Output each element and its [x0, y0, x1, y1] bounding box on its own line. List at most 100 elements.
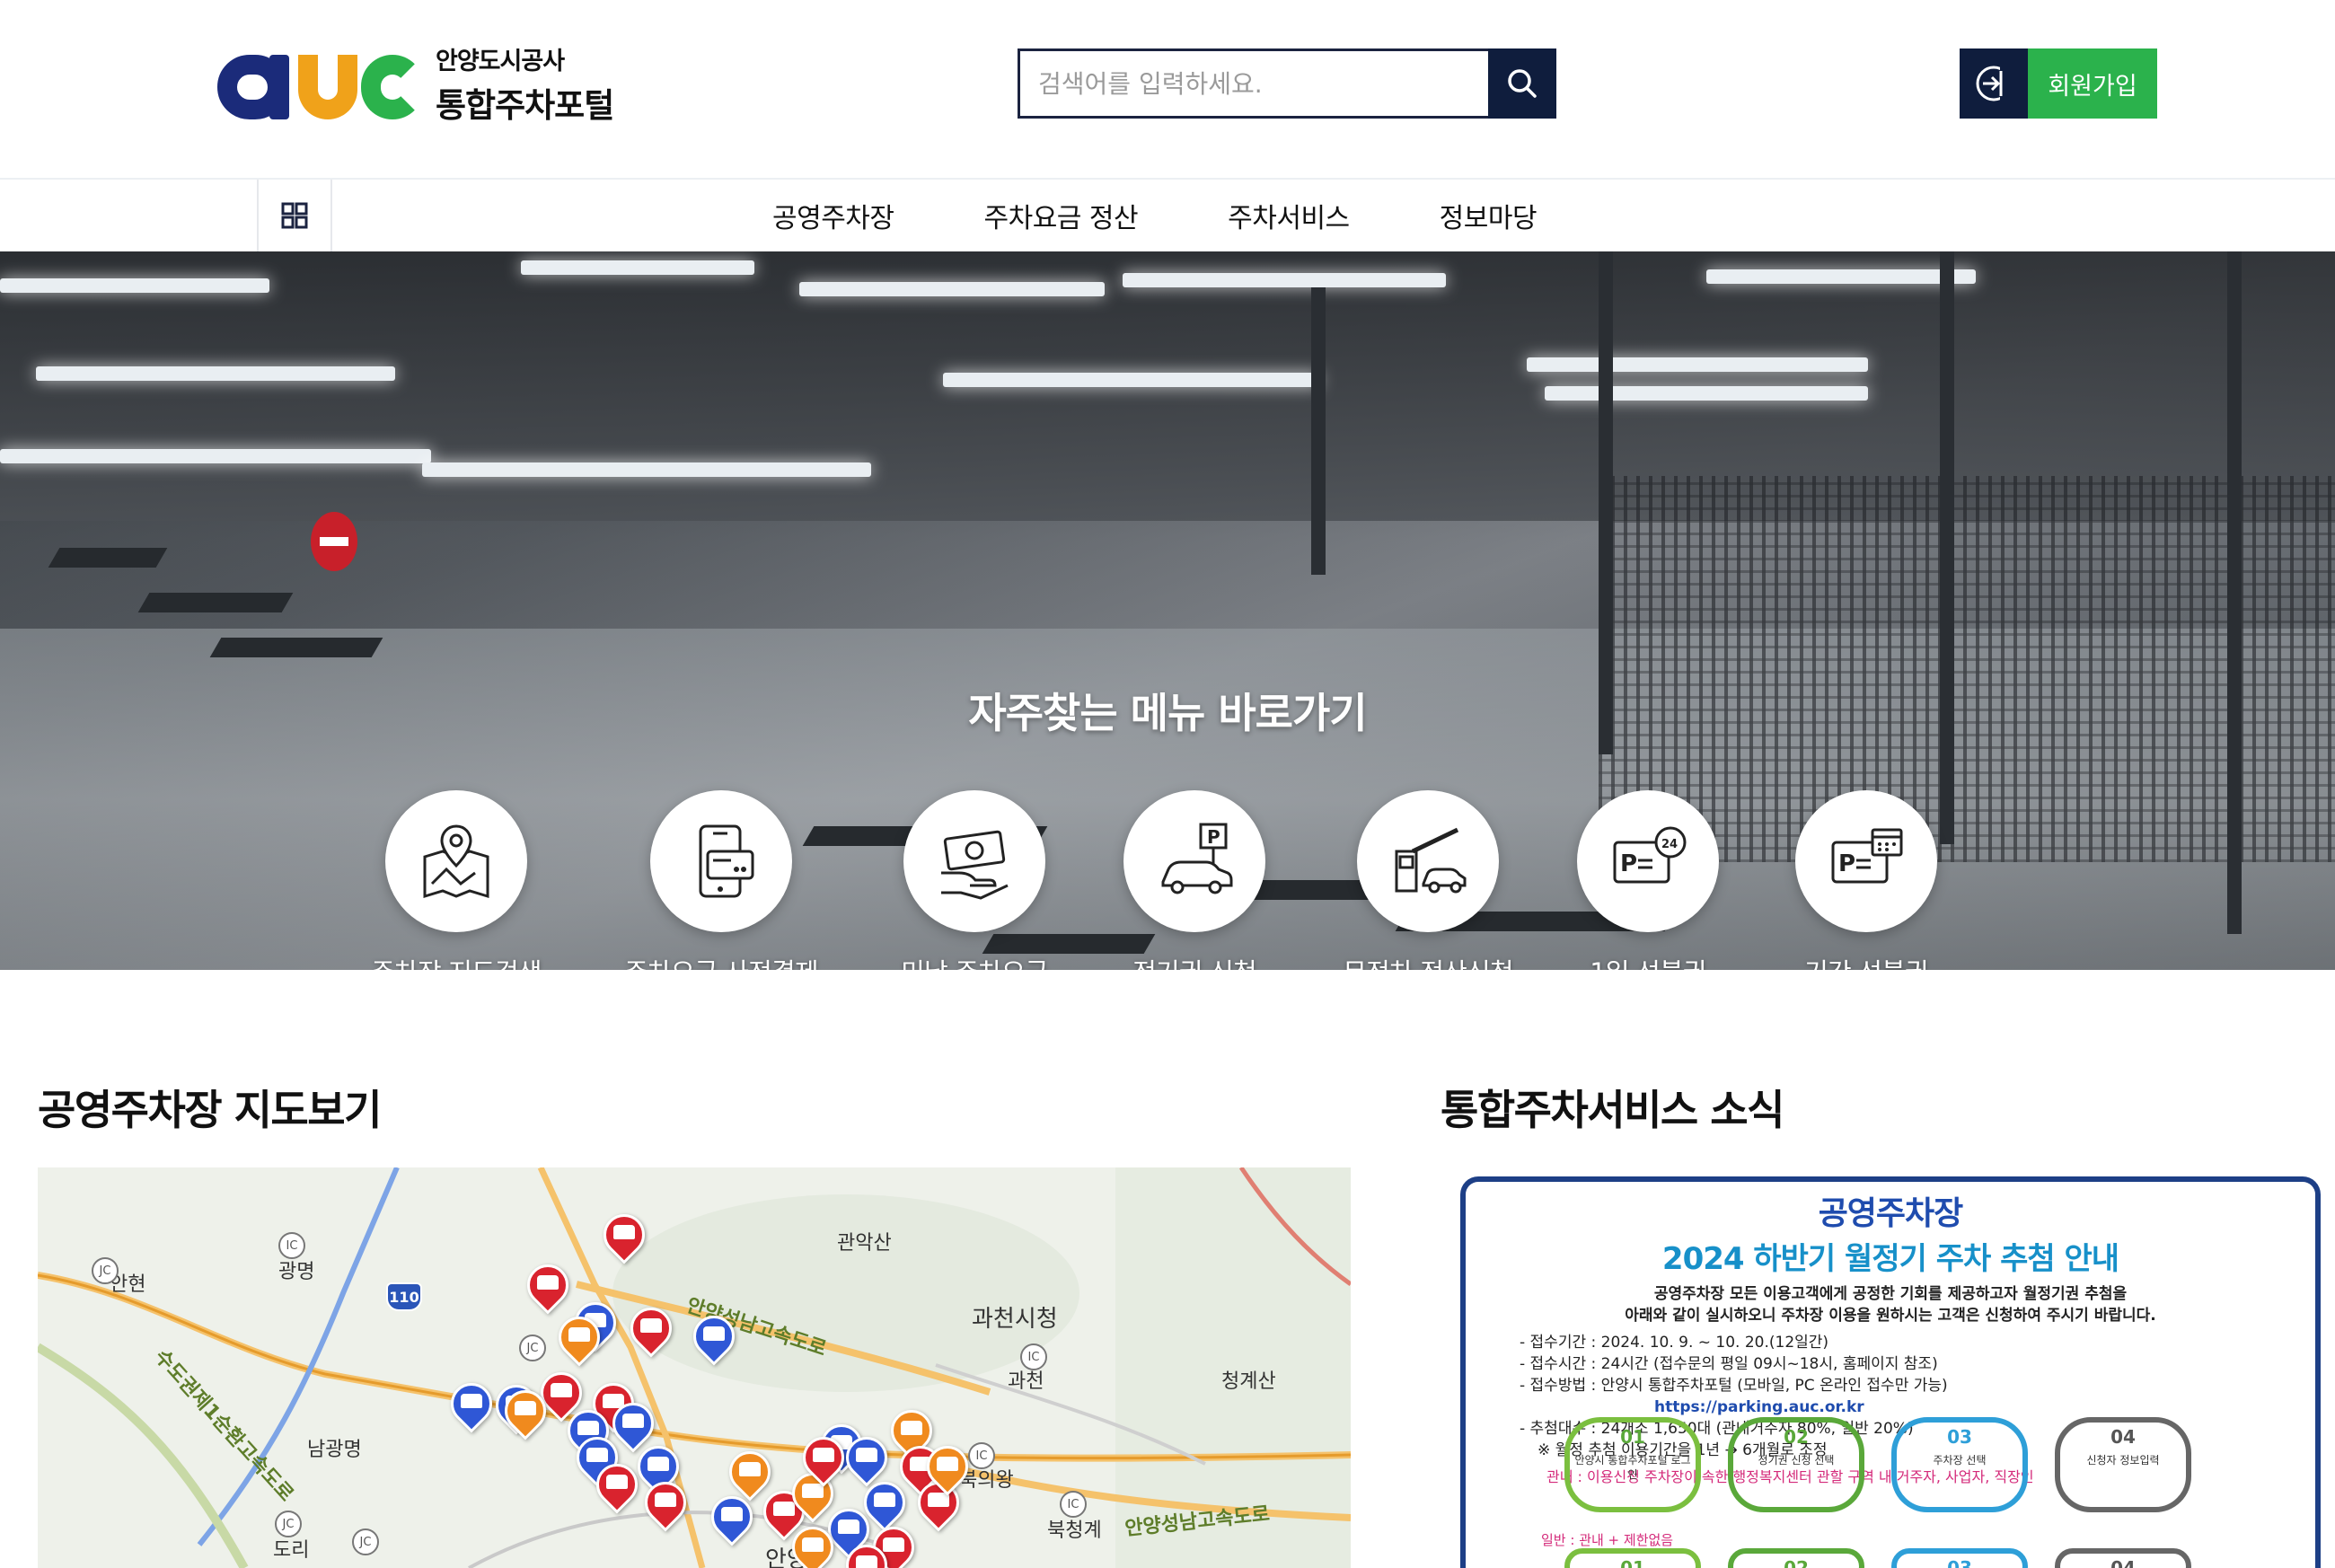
nav-item-parking-service[interactable]: 주차서비스 [1228, 196, 1350, 235]
toll-gate-icon [1395, 827, 1467, 894]
search-bar [1018, 48, 1556, 119]
hero-title: 자주찾는 메뉴 바로가기 [968, 689, 1367, 737]
parking-marker-icon[interactable] [684, 1307, 744, 1368]
step-text: 정기권 신청 선택 [1758, 1454, 1835, 1467]
quick-icon-circle: P [1123, 790, 1265, 932]
parking-marker-icon[interactable] [518, 1255, 577, 1317]
login-arrow-icon [1960, 48, 2028, 119]
join-button[interactable]: 회원가입 [1960, 48, 2157, 119]
news-section-title: 통합주차서비스 소식 [1441, 1086, 1784, 1134]
parking-marker-icon[interactable] [918, 1437, 977, 1498]
notice-step: 01 안양시 통합주차포털 로그인 [1564, 1417, 1701, 1512]
quick-label: 주차장 지도검색 [344, 952, 568, 970]
step-number: 03 [1947, 1426, 1972, 1448]
quick-icon-circle: P [1795, 790, 1937, 932]
notice-subtitle: 2024 하반기 월정기 주차 추첨 안내 [1661, 1241, 2119, 1277]
ceiling-light [943, 373, 1320, 387]
map-label: 남광명 [307, 1439, 362, 1461]
quick-nonstop-payment[interactable]: 무정차 정산신청 [1316, 790, 1540, 970]
notice-link[interactable]: https://parking.auc.or.kr [1654, 1396, 2315, 1418]
parking-marker-icon[interactable] [550, 1308, 609, 1369]
notice-step: 02 [1728, 1548, 1864, 1568]
svg-text:P: P [1207, 826, 1220, 848]
notice-line: - 접수기간 : 2024. 10. 9. ~ 10. 20.(12일간) [1520, 1334, 1829, 1352]
junction-icon: JC [519, 1335, 546, 1361]
site-logo[interactable]: 안양도시공사 통합주차포털 [217, 47, 614, 125]
search-button[interactable] [1488, 48, 1556, 119]
notice-steps: 01 안양시 통합주차포털 로그인 02 정기권 신청 선택 03 주차장 선택… [1564, 1417, 2218, 1512]
search-icon [1508, 69, 1537, 98]
map-pin-icon [423, 824, 489, 899]
step-text: 신청자 정보입력 [2086, 1454, 2160, 1467]
parking-marker-icon[interactable] [702, 1487, 762, 1548]
logo-org-name: 안양도시공사 [436, 47, 565, 75]
parking-marker-icon[interactable] [794, 1428, 853, 1489]
quick-daily-prepaid[interactable]: P 24 1일 선불권 [1536, 790, 1760, 970]
parking-marker-icon[interactable] [783, 1518, 842, 1568]
nav-item-fee-payment[interactable]: 주차요금 정산 [984, 196, 1139, 235]
hero-pillar [1940, 251, 1954, 844]
ceiling-light [1706, 269, 1976, 284]
logo-text: 안양도시공사 통합주차포털 [436, 41, 614, 127]
svg-text:P: P [1620, 850, 1637, 877]
floor-marking [209, 638, 383, 657]
map-label: 도리 [273, 1539, 310, 1562]
parking-marker-icon[interactable] [636, 1473, 695, 1534]
notice-line: - 접수방법 : 안양시 통합주차포털 (모바일, PC 온라인 접수만 가능) [1520, 1377, 1948, 1395]
parking-marker-icon[interactable] [837, 1536, 896, 1568]
parking-marker-icon[interactable] [496, 1381, 555, 1442]
parking-marker-icon[interactable] [621, 1299, 681, 1360]
mobile-payment-icon [699, 824, 754, 898]
map-label: 북청계 [1047, 1520, 1102, 1542]
quick-map-search[interactable]: 주차장 지도검색 [344, 790, 568, 970]
map-roads [38, 1167, 1351, 1568]
hero-pillar [1599, 251, 1613, 754]
interchange-icon: IC [1020, 1343, 1047, 1370]
prepaid-calendar-icon: P [1831, 828, 1903, 884]
parking-marker-icon[interactable] [587, 1455, 647, 1516]
nav-item-info[interactable]: 정보마당 [1440, 196, 1538, 235]
highway-route-icon: 110 [386, 1282, 422, 1311]
hero-pillar [1311, 287, 1326, 575]
svg-text:24: 24 [1661, 838, 1678, 851]
quick-season-pass[interactable]: P 정기권 신청 [1082, 790, 1307, 970]
parking-marker-icon[interactable] [595, 1205, 654, 1266]
quick-icon-circle [650, 790, 792, 932]
ceiling-light [0, 278, 269, 293]
notice-step: 01 [1564, 1548, 1701, 1568]
prepaid-24h-icon: P 24 [1613, 826, 1687, 884]
car-parking-icon: P [1161, 823, 1233, 894]
step-number: 01 [1620, 1426, 1645, 1448]
notice-steps-2: 01 02 03 04 [1564, 1548, 2218, 1568]
map-label: 과천시청 [972, 1306, 1058, 1333]
nav-item-public-parking[interactable]: 공영주차장 [772, 196, 894, 235]
notice-line: - 접수시간 : 24시간 (접수문의 평일 09시~18시, 홈페이지 참조) [1520, 1355, 1938, 1373]
junction-icon: JC [92, 1257, 119, 1284]
notice-step: 04 [2055, 1548, 2191, 1568]
quick-label: 무정차 정산신청 [1316, 952, 1540, 970]
quick-period-prepaid[interactable]: P 기간 선불권 [1754, 790, 1978, 970]
notice-title: 공영주차장 [1818, 1195, 1964, 1232]
quick-label: 주차요금 사전결제 [609, 952, 833, 970]
quick-unpaid-fee[interactable]: 미납 주차요금 [862, 790, 1087, 970]
ceiling-light [1545, 386, 1868, 401]
all-menu-button[interactable] [257, 180, 332, 251]
quick-prepay[interactable]: 주차요금 사전결제 [609, 790, 833, 970]
notice-step: 03 [1891, 1548, 2028, 1568]
notice-step: 02 정기권 신청 선택 [1728, 1417, 1864, 1512]
hero-pillar [2227, 251, 2242, 934]
step-text: 주차장 선택 [1933, 1454, 1987, 1467]
interchange-icon: IC [1060, 1491, 1087, 1518]
join-label: 회원가입 [2028, 48, 2157, 119]
floor-marking [48, 548, 168, 568]
notice-step: 03 주차장 선택 [1891, 1417, 2028, 1512]
parking-marker-icon[interactable] [442, 1374, 501, 1435]
news-banner[interactable]: 공영주차장 2024 하반기 월정기 주차 추첨 안내 공영주차장 모든 이용고… [1460, 1176, 2321, 1568]
interchange-icon: IC [278, 1232, 305, 1259]
logo-portal-name: 통합주차포털 [436, 85, 614, 125]
hero-banner: 자주찾는 메뉴 바로가기 주차장 지도검색 [0, 251, 2335, 970]
no-entry-sign-icon [311, 512, 357, 571]
quick-icon-circle [903, 790, 1045, 932]
parking-map[interactable]: 관악산 과천시청 과천 청계산 광명 안현 남광명 도리 북의왕 북청계 안양 … [38, 1167, 1351, 1568]
search-input[interactable] [1018, 48, 1488, 119]
